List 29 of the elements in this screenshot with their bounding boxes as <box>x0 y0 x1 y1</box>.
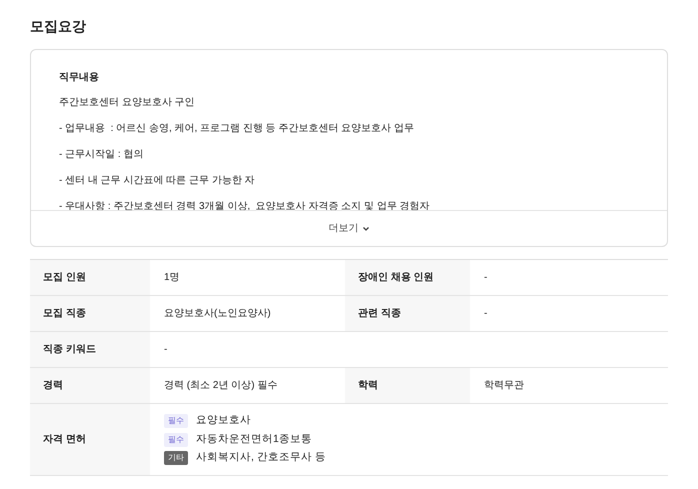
description-line: - 센터 내 근무 시간표에 따른 근무 가능한 자 <box>59 174 256 188</box>
description-line: 주간보호센터 요양보호사 구인 <box>59 96 196 110</box>
field-value: - <box>483 271 488 285</box>
license-tag: 기타 <box>164 451 188 466</box>
license-tag: 필수 <box>164 414 188 428</box>
license-name: 요양보호사 <box>196 412 251 428</box>
section-title: 모집요강 <box>30 17 87 36</box>
field-label: 경력 <box>30 368 150 403</box>
field-value: 1명 <box>163 271 181 285</box>
field-label: 자격 면허 <box>30 404 150 475</box>
field-label: 관련 직종 <box>345 296 470 331</box>
more-button[interactable]: 더보기 <box>328 221 370 236</box>
field-value: 요양보호사(노인요양사) <box>163 307 272 321</box>
field-value: 경력 (최소 2년 이상) 필수 <box>163 379 278 393</box>
field-value: - <box>163 343 168 357</box>
field-label: 직종 키워드 <box>30 332 150 367</box>
license-tag: 필수 <box>164 432 188 446</box>
field-value: - <box>483 307 488 321</box>
field-label: 장애인 채용 인원 <box>345 260 470 295</box>
field-label: 학력 <box>345 368 470 403</box>
field-label: 모집 인원 <box>30 260 150 295</box>
chevron-down-icon <box>362 224 370 232</box>
license-name: 자동차운전면허1종보통 <box>196 432 312 447</box>
description-line: - 업무내용 : 어르신 송영, 케어, 프로그램 진행 등 주간보호센터 요양보호사 업무 <box>59 122 416 136</box>
field-value: 학력무관 <box>483 379 525 393</box>
description-heading: 직무내용 <box>59 71 100 85</box>
description-line: - 근무시작일 : 협의 <box>59 148 144 162</box>
license-name: 사회복지사, 간호조무사 등 <box>196 450 326 466</box>
field-label: 모집 직종 <box>30 296 150 331</box>
